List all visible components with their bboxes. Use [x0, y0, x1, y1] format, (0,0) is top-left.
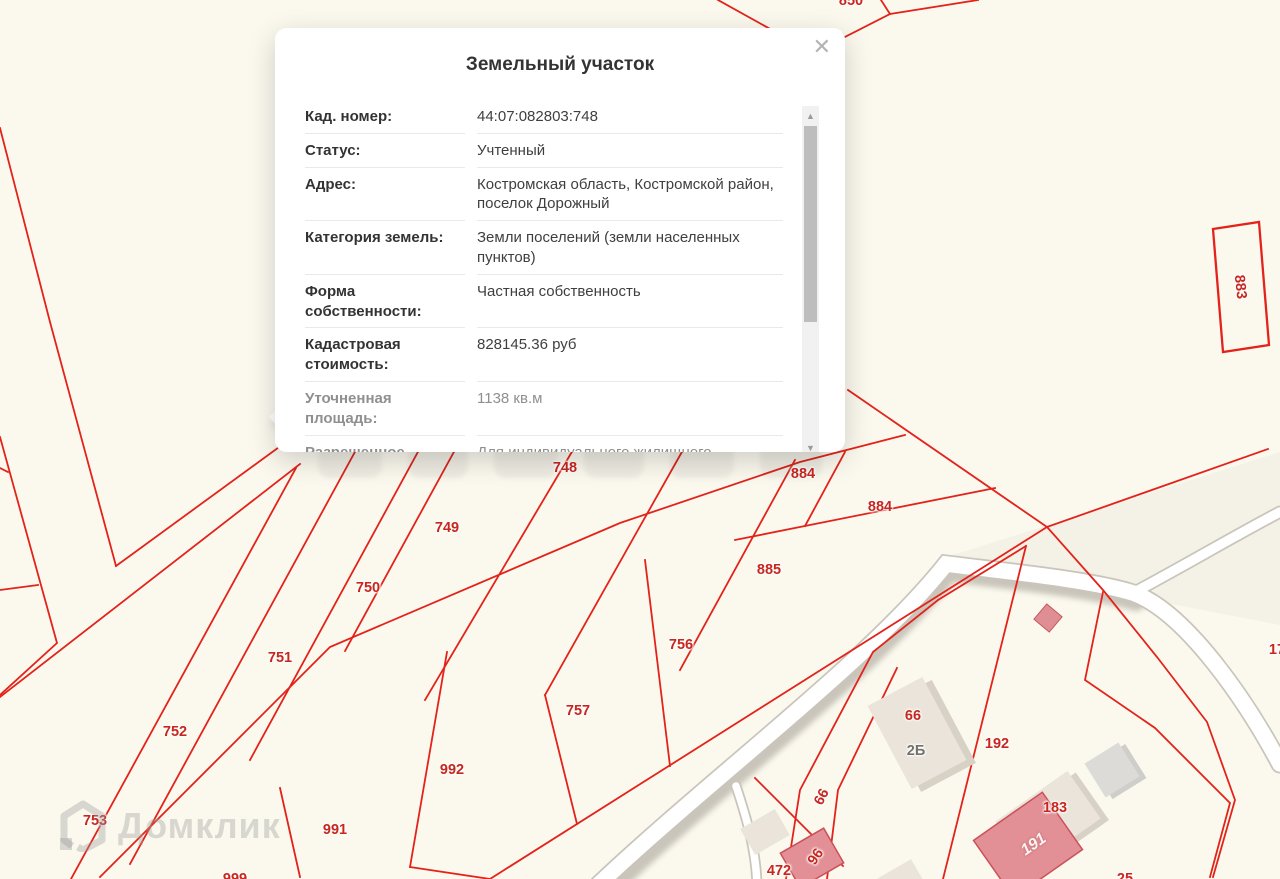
table-row: Уточненная площадь: 1138 кв.м	[305, 382, 783, 436]
parcel-label-751[interactable]: 751	[268, 650, 292, 666]
parcel-label-753[interactable]: 753	[83, 813, 107, 829]
row-value: 828145.36 руб	[477, 328, 783, 382]
table-row: Форма собственности: Частная собственнос…	[305, 275, 783, 329]
row-label: Адрес:	[305, 168, 465, 222]
table-row: Кадастровая стоимость: 828145.36 руб	[305, 328, 783, 382]
parcel-label-884b[interactable]: 884	[868, 499, 892, 515]
parcel-label-883[interactable]: 883	[1231, 274, 1249, 300]
row-value: Для индивидуального жилищного	[477, 436, 783, 452]
parcel-label-884a[interactable]: 884	[791, 466, 815, 482]
parcel-info-popup: Земельный участок Кад. номер: 44:07:0828…	[275, 28, 845, 452]
row-label: Разрешенное	[305, 436, 465, 452]
row-label: Кад. номер:	[305, 100, 465, 134]
table-row: Адрес: Костромская область, Костромской …	[305, 168, 783, 222]
row-label: Категория земель:	[305, 221, 465, 275]
table-row: Разрешенное Для индивидуального жилищног…	[305, 436, 783, 452]
row-label: Статус:	[305, 134, 465, 168]
parcel-label-757[interactable]: 757	[566, 703, 590, 719]
parcel-label-885[interactable]: 885	[757, 562, 781, 578]
row-value: 44:07:082803:748	[477, 100, 783, 134]
parcel-label-749[interactable]: 749	[435, 520, 459, 536]
parcel-label-991[interactable]: 991	[323, 822, 347, 838]
row-value: 1138 кв.м	[477, 382, 783, 436]
popup-body: Земельный участок Кад. номер: 44:07:0828…	[275, 28, 845, 452]
row-value: Костромская область, Костромской район, …	[477, 168, 783, 222]
cadastral-map[interactable]: 748 749 750 751 752 753 884 884 885 756 …	[0, 0, 1280, 879]
table-row: Категория земель: Земли поселений (земли…	[305, 221, 783, 275]
buildings	[740, 603, 1147, 879]
parcel-label-472[interactable]: 472	[767, 863, 791, 879]
row-value: Земли поселений (земли населенных пункто…	[477, 221, 783, 275]
scroll-down-icon[interactable]: ▼	[802, 440, 819, 452]
scroll-up-icon[interactable]: ▲	[802, 108, 819, 124]
parcel-label-748[interactable]: 748	[553, 460, 577, 476]
parcel-label-17[interactable]: 17	[1269, 642, 1280, 658]
table-row: Кад. номер: 44:07:082803:748	[305, 100, 783, 134]
row-value: Частная собственность	[477, 275, 783, 329]
building-gray	[1084, 742, 1147, 800]
row-value: Учтенный	[477, 134, 783, 168]
building-edge	[872, 859, 928, 879]
building-66-2b	[867, 676, 976, 792]
close-icon[interactable]: ✕	[813, 36, 831, 58]
parcel-label-992[interactable]: 992	[440, 762, 464, 778]
popup-scrollbar[interactable]: ▲ ▼	[802, 106, 819, 452]
parcel-label-192[interactable]: 192	[985, 736, 1009, 752]
parcel-label-999[interactable]: 999	[223, 871, 247, 879]
popup-attributes-table: Кад. номер: 44:07:082803:748 Статус: Учт…	[305, 100, 783, 452]
popup-title: Земельный участок	[465, 54, 655, 75]
parcel-label-750[interactable]: 750	[356, 580, 380, 596]
parcel-label-752[interactable]: 752	[163, 724, 187, 740]
row-label: Уточненная площадь:	[305, 382, 465, 436]
building-diamond	[1033, 603, 1063, 633]
parcel-label-850[interactable]: 850	[839, 0, 863, 9]
building-label-66[interactable]: 66	[905, 708, 921, 724]
row-label: Кадастровая стоимость:	[305, 328, 465, 382]
parcel-label-25[interactable]: 25	[1117, 871, 1133, 879]
building-label-2b: 2Б	[906, 743, 926, 759]
parcel-label-756[interactable]: 756	[669, 637, 693, 653]
table-row: Статус: Учтенный	[305, 134, 783, 168]
row-label: Форма собственности:	[305, 275, 465, 329]
building-label-183[interactable]: 183	[1043, 800, 1067, 816]
scrollbar-thumb[interactable]	[804, 126, 817, 322]
